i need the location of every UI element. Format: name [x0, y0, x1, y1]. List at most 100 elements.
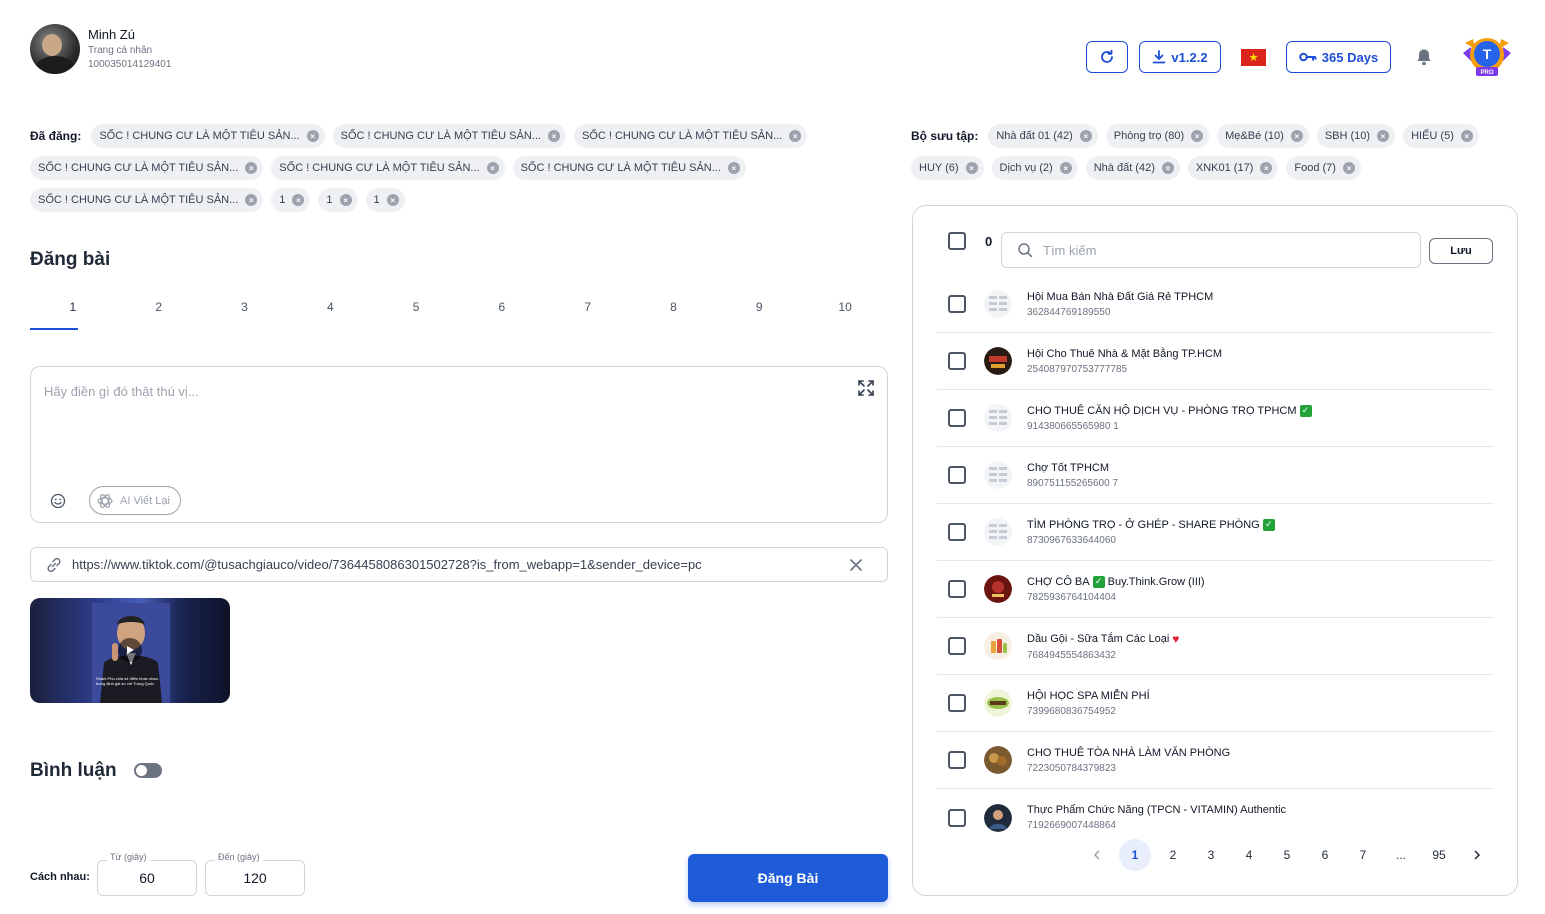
close-icon[interactable]: × — [1059, 162, 1072, 174]
posted-chip[interactable]: SỐC ! CHUNG CƯ LÀ MỘT TIÊU SẢN... × — [91, 124, 325, 148]
post-tab[interactable]: 3 — [202, 292, 288, 330]
post-tab[interactable]: 6 — [459, 292, 545, 330]
ai-rewrite-button[interactable]: AI Viết Lại — [89, 486, 181, 515]
collection-chip[interactable]: HUY (6) × — [911, 156, 984, 180]
page-button[interactable]: 6 — [1309, 839, 1341, 871]
pro-badge-icon[interactable]: T PRO — [1459, 33, 1515, 81]
profile-avatar[interactable] — [30, 24, 80, 74]
close-icon[interactable]: × — [1260, 162, 1273, 174]
post-tab[interactable]: 1 — [30, 292, 116, 330]
collection-chip[interactable]: Dịch vụ (2) × — [991, 156, 1078, 180]
close-icon[interactable]: × — [306, 130, 319, 142]
close-icon[interactable]: × — [1342, 162, 1355, 174]
close-icon[interactable]: × — [965, 162, 978, 174]
group-checkbox[interactable] — [948, 751, 966, 769]
close-icon[interactable]: × — [339, 194, 352, 206]
group-checkbox[interactable] — [948, 523, 966, 541]
group-row[interactable]: Dầu Gội - Sữa Tắm Các Loại ♥ 768494555486… — [937, 618, 1494, 675]
expand-icon[interactable] — [857, 379, 875, 397]
close-icon[interactable]: × — [1290, 130, 1303, 142]
version-button[interactable]: v1.2.2 — [1139, 41, 1221, 73]
post-tab[interactable]: 9 — [716, 292, 802, 330]
collection-chip[interactable]: Nhà đất (42) × — [1085, 156, 1180, 180]
page-button[interactable]: 7 — [1347, 839, 1379, 871]
group-checkbox[interactable] — [948, 352, 966, 370]
posted-chip[interactable]: SỐC ! CHUNG CƯ LÀ MỘT TIÊU SẢN... × — [271, 156, 505, 180]
post-tab[interactable]: 10 — [802, 292, 888, 330]
group-row[interactable]: CHO THUÊ TÒA NHÀ LÀM VĂN PHÒNG 722305078… — [937, 732, 1494, 789]
collection-chip[interactable]: Nhà đất 01 (42) × — [988, 124, 1098, 148]
page-button[interactable]: 4 — [1233, 839, 1265, 871]
collection-chip[interactable]: HIẾU (5) × — [1403, 124, 1479, 148]
collection-chip[interactable]: Mẹ&Bé (10) × — [1217, 124, 1309, 148]
group-row[interactable]: TÌM PHÒNG TRỌ - Ở GHÉP - SHARE PHÒNG ✓ 87… — [937, 504, 1494, 561]
page-button[interactable]: 2 — [1157, 839, 1189, 871]
page-button[interactable]: 95 — [1423, 839, 1455, 871]
group-row[interactable]: Hội Mua Bán Nhà Đất Giá Rẻ TPHCM 3628447… — [937, 276, 1494, 333]
submit-post-button[interactable]: Đăng Bài — [688, 854, 888, 902]
group-checkbox[interactable] — [948, 637, 966, 655]
close-icon[interactable]: × — [1079, 130, 1092, 142]
posted-chip[interactable]: SỐC ! CHUNG CƯ LÀ MỘT TIÊU SẢN... × — [512, 156, 746, 180]
collection-chip[interactable]: SBH (10) × — [1316, 124, 1396, 148]
license-days-button[interactable]: 365 Days — [1286, 41, 1391, 73]
to-seconds-input[interactable]: Đến (giây) 120 — [205, 852, 305, 896]
group-row[interactable]: Thực Phẩm Chức Năng (TPCN - VITAMIN) Aut… — [937, 789, 1494, 846]
clear-icon[interactable] — [849, 558, 863, 572]
group-checkbox[interactable] — [948, 694, 966, 712]
collection-chip[interactable]: Food (7) × — [1286, 156, 1361, 180]
next-page-icon[interactable] — [1461, 839, 1493, 871]
comment-toggle[interactable] — [134, 763, 162, 778]
collection-chip[interactable]: XNK01 (17) × — [1187, 156, 1279, 180]
from-seconds-input[interactable]: Từ (giây) 60 — [97, 852, 197, 896]
posted-chip[interactable]: 1 × — [365, 188, 405, 212]
group-search-input[interactable]: Tìm kiếm — [1001, 232, 1421, 268]
posted-chip[interactable]: 1 × — [271, 188, 311, 212]
post-editor[interactable]: Hãy điền gì đó thật thú vị... AI Viết Lạ… — [30, 366, 888, 523]
close-icon[interactable]: × — [1161, 162, 1174, 174]
post-tab[interactable]: 7 — [545, 292, 631, 330]
save-button[interactable]: Lưu — [1429, 238, 1493, 264]
group-row[interactable]: Chợ Tốt TPHCM 890751155265600 7 — [937, 447, 1494, 504]
page-button[interactable]: 5 — [1271, 839, 1303, 871]
group-checkbox[interactable] — [948, 466, 966, 484]
group-checkbox[interactable] — [948, 580, 966, 598]
posted-chip[interactable]: 1 × — [318, 188, 358, 212]
close-icon[interactable]: × — [1377, 130, 1390, 142]
link-input[interactable]: https://www.tiktok.com/@tusachgiauco/vid… — [30, 547, 888, 582]
group-row[interactable]: Hội Cho Thuê Nhà & Mặt Bằng TP.HCM 25408… — [937, 333, 1494, 390]
group-row[interactable]: HỘI HỌC SPA MIỄN PHÍ 7399680836754952 — [937, 675, 1494, 732]
group-checkbox[interactable] — [948, 409, 966, 427]
emoji-icon[interactable] — [50, 493, 66, 509]
posted-chip[interactable]: SỐC ! CHUNG CƯ LÀ MỘT TIÊU SẢN... × — [573, 124, 808, 148]
page-button[interactable]: 3 — [1195, 839, 1227, 871]
collection-chip[interactable]: Phòng trọ (80) × — [1105, 124, 1210, 148]
play-icon[interactable] — [118, 638, 142, 662]
close-icon[interactable]: × — [727, 162, 740, 174]
close-icon[interactable]: × — [486, 162, 499, 174]
prev-page-icon[interactable] — [1081, 839, 1113, 871]
close-icon[interactable]: × — [292, 194, 305, 206]
posted-chip[interactable]: SỐC ! CHUNG CƯ LÀ MỘT TIÊU SẢN... × — [332, 124, 566, 148]
video-preview[interactable]: Shark Phú chia sẻ điểm khác nhau trong đ… — [30, 598, 230, 703]
close-icon[interactable]: × — [1460, 130, 1473, 142]
language-flag-icon[interactable]: ★ — [1241, 48, 1266, 66]
close-icon[interactable]: × — [245, 162, 258, 174]
posted-chip[interactable]: SỐC ! CHUNG CƯ LÀ MỘT TIÊU SẢN... × — [30, 188, 264, 212]
group-row[interactable]: CHỢ CÔ BA ✓ Buy.Think.Grow (III) 782593676… — [937, 561, 1494, 618]
post-tab[interactable]: 5 — [373, 292, 459, 330]
group-checkbox[interactable] — [948, 808, 966, 827]
post-tab[interactable]: 8 — [631, 292, 717, 330]
bell-icon[interactable] — [1415, 47, 1433, 67]
select-all-checkbox[interactable] — [948, 232, 966, 250]
post-tab[interactable]: 2 — [116, 292, 202, 330]
posted-chip[interactable]: SỐC ! CHUNG CƯ LÀ MỘT TIÊU SẢN... × — [30, 156, 264, 180]
group-checkbox[interactable] — [948, 295, 966, 313]
close-icon[interactable]: × — [789, 130, 802, 142]
page-button[interactable]: 1 — [1119, 839, 1151, 871]
close-icon[interactable]: × — [245, 194, 258, 206]
close-icon[interactable]: × — [386, 194, 399, 206]
close-icon[interactable]: × — [547, 130, 560, 142]
close-icon[interactable]: × — [1191, 130, 1204, 142]
refresh-button[interactable] — [1086, 41, 1128, 73]
